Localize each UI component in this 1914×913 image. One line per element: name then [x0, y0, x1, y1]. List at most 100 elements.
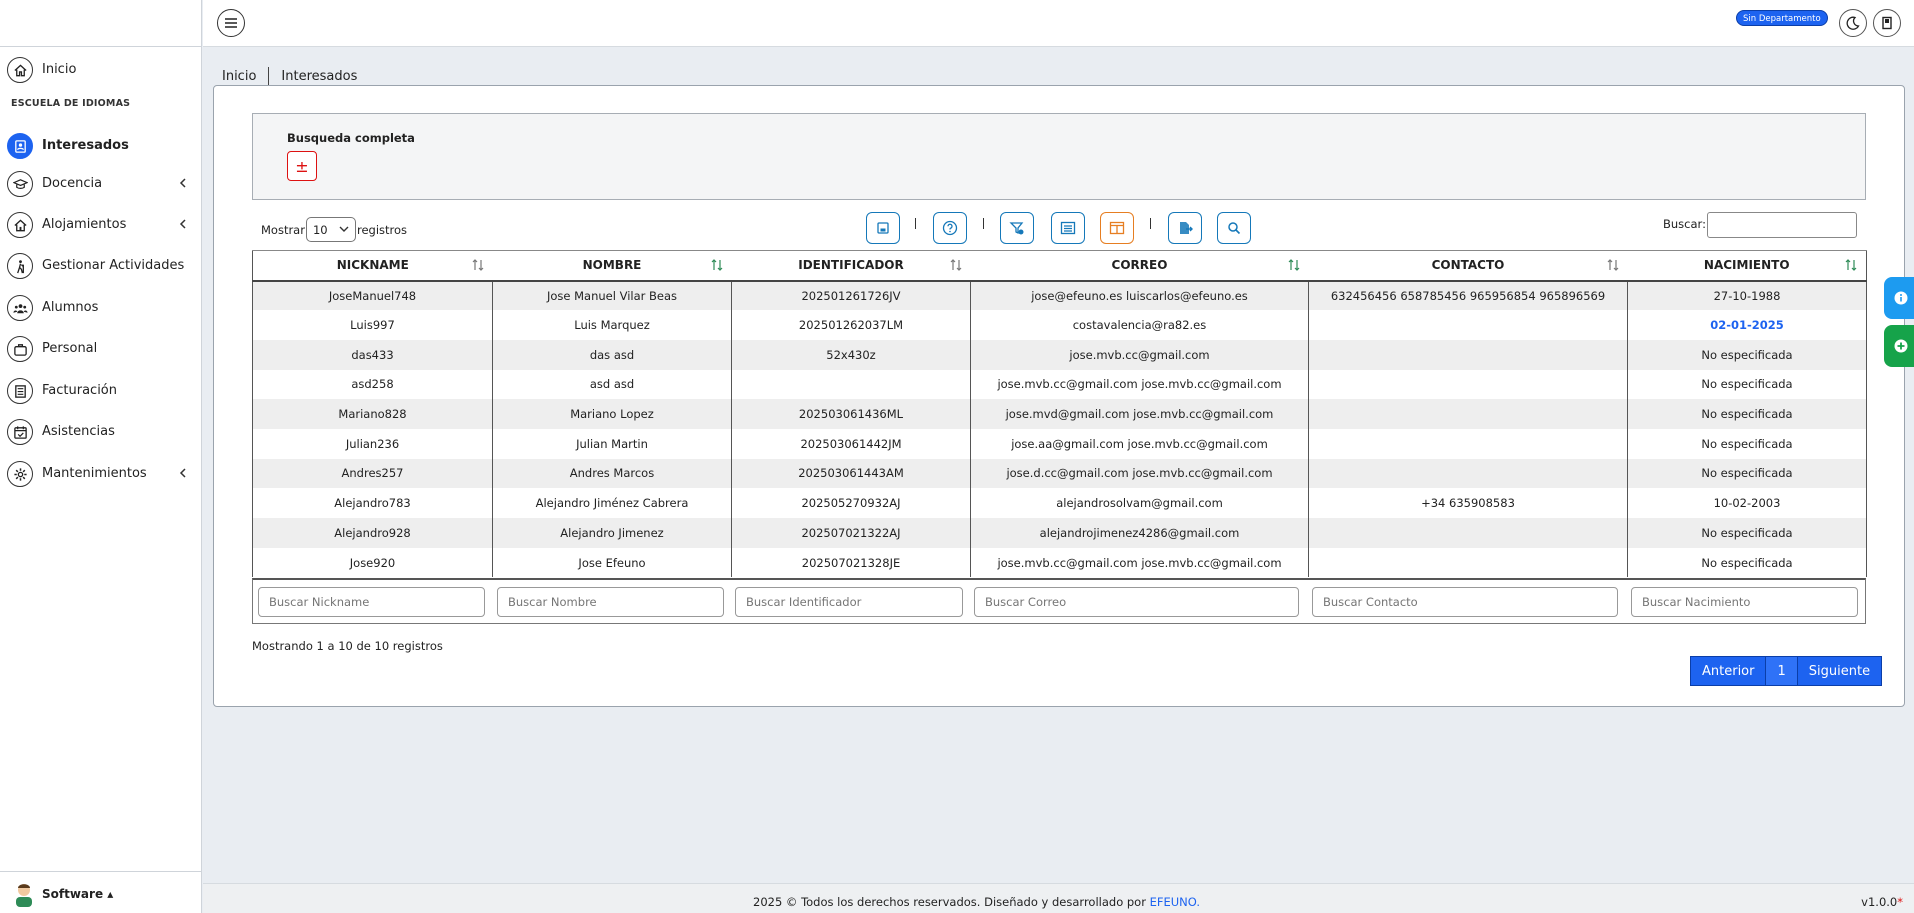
- cell-correo: jose.mvb.cc@gmail.com jose.mvb.cc@gmail.…: [970, 547, 1309, 578]
- breadcrumb-inicio[interactable]: Inicio: [222, 69, 256, 84]
- table-row[interactable]: Jose920 Jose Efeuno 202507021328JE jose.…: [252, 547, 1867, 578]
- cell-contacto: [1308, 369, 1628, 400]
- footer: 2025 © Todos los derechos reservados. Di…: [203, 883, 1914, 913]
- cell-correo: jose.aa@gmail.com jose.mvb.cc@gmail.com: [970, 428, 1309, 459]
- pagination-next-button[interactable]: Siguiente: [1798, 657, 1881, 685]
- table-row[interactable]: asd258 asd asd jose.mvb.cc@gmail.com jos…: [252, 369, 1867, 400]
- cell-contacto: [1308, 458, 1628, 489]
- gear-icon: [7, 461, 33, 487]
- sidebar-item-interesados[interactable]: Interesados: [0, 125, 202, 167]
- cell-contacto: [1308, 547, 1628, 578]
- table-row[interactable]: Luis997 Luis Marquez 202501262037LM cost…: [252, 310, 1867, 340]
- cell-correo: jose.mvb.cc@gmail.com: [970, 339, 1309, 370]
- sidebar-item-personal[interactable]: Personal: [0, 328, 202, 370]
- column-header-nacimiento[interactable]: NACIMIENTO: [1627, 250, 1867, 282]
- table-row[interactable]: Alejandro783 Alejandro Jiménez Cabrera 2…: [252, 488, 1867, 518]
- page-length-select[interactable]: 10: [305, 217, 356, 242]
- export-button[interactable]: [1168, 212, 1202, 244]
- search-panel-title: Busqueda completa: [287, 131, 415, 145]
- sidebar-item-gestionar-actividades[interactable]: Gestionar Actividades: [0, 245, 202, 287]
- table-row[interactable]: das433 das asd 52x430z jose.mvb.cc@gmail…: [252, 339, 1867, 370]
- cell-identificador: 202507021322AJ: [731, 518, 971, 548]
- avatar: [16, 884, 32, 907]
- sort-icon: [1845, 259, 1857, 271]
- sidebar-logo-area: [0, 0, 201, 47]
- column-header-contacto[interactable]: CONTACTO: [1308, 250, 1628, 282]
- cell-nickname: Jose920: [252, 547, 493, 578]
- column-header-identificador[interactable]: IDENTIFICADOR: [731, 250, 971, 282]
- filter-identificador-input[interactable]: [735, 587, 963, 617]
- moon-icon: [1846, 16, 1860, 30]
- cell-identificador: 202507021328JE: [731, 547, 971, 578]
- sidebar-item-alumnos[interactable]: Alumnos: [0, 287, 202, 329]
- cell-nacimiento: No especificada: [1627, 518, 1867, 548]
- sidebar-item-docencia[interactable]: Docencia: [0, 163, 202, 205]
- sidebar-item-facturacion[interactable]: Facturación: [0, 370, 202, 412]
- column-header-correo[interactable]: CORREO: [970, 250, 1309, 282]
- help-button[interactable]: [933, 212, 967, 244]
- filter-nickname-input[interactable]: [258, 587, 485, 617]
- cell-identificador: 202501262037LM: [731, 310, 971, 340]
- chevron-left-icon: [179, 219, 186, 229]
- column-filters: [252, 578, 1866, 624]
- sidebar-item-asistencias[interactable]: Asistencias: [0, 411, 202, 453]
- cell-contacto: 632456456 658785456 965956854 965896569: [1308, 280, 1628, 311]
- save-button[interactable]: [866, 212, 900, 244]
- table-info: Mostrando 1 a 10 de 10 registros: [252, 639, 443, 653]
- cell-contacto: [1308, 339, 1628, 370]
- briefcase-icon: [7, 336, 33, 362]
- cell-nickname: Luis997: [252, 310, 493, 340]
- cell-nickname: Andres257: [252, 458, 493, 489]
- cell-nombre: Julian Martin: [492, 428, 732, 459]
- calendar-check-icon: [7, 419, 33, 445]
- columns-button[interactable]: [1100, 212, 1134, 244]
- user-menu[interactable]: Software ▴: [0, 871, 202, 913]
- table-row[interactable]: JoseManuel748 Jose Manuel Vilar Beas 202…: [252, 280, 1867, 311]
- toolbar-divider: [915, 218, 916, 229]
- manual-button[interactable]: [1873, 9, 1901, 37]
- filter-nombre-input[interactable]: [497, 587, 724, 617]
- hiking-icon: [7, 253, 33, 279]
- pagination-prev-button[interactable]: Anterior: [1691, 657, 1765, 685]
- id-badge-icon: [7, 133, 33, 159]
- info-side-button[interactable]: [1884, 277, 1914, 319]
- theme-toggle-button[interactable]: [1839, 9, 1867, 37]
- sort-icon: [472, 259, 483, 271]
- search-button[interactable]: [1217, 212, 1251, 244]
- breadcrumb-interesados: Interesados: [281, 68, 358, 84]
- cell-nombre: Mariano Lopez: [492, 399, 732, 429]
- menu-toggle-button[interactable]: [217, 9, 245, 37]
- filter-contacto-input[interactable]: [1312, 587, 1618, 617]
- sidebar: Inicio ESCUELA DE IDIOMAS Interesados Do…: [0, 0, 202, 913]
- cell-nickname: Julian236: [252, 428, 493, 459]
- columns-icon: [1109, 221, 1125, 235]
- department-badge[interactable]: Sin Departamento: [1736, 10, 1828, 26]
- table-row[interactable]: Mariano828 Mariano Lopez 202503061436ML …: [252, 399, 1867, 429]
- cell-nacimiento: 27-10-1988: [1627, 280, 1867, 311]
- filter-icon: [1009, 222, 1024, 235]
- sidebar-item-alojamientos[interactable]: Alojamientos: [0, 204, 202, 246]
- table-row[interactable]: Alejandro928 Alejandro Jimenez 202507021…: [252, 518, 1867, 548]
- pagination-page-1[interactable]: 1: [1765, 657, 1798, 685]
- table-row[interactable]: Julian236 Julian Martin 202503061442JM j…: [252, 428, 1867, 459]
- table-row[interactable]: Andres257 Andres Marcos 202503061443AM j…: [252, 458, 1867, 489]
- sort-icon: [950, 259, 961, 271]
- list-view-button[interactable]: [1051, 212, 1085, 244]
- company-link[interactable]: EFEUNO.: [1150, 895, 1200, 909]
- filter-button[interactable]: [1000, 212, 1034, 244]
- cell-nombre: das asd: [492, 339, 732, 370]
- cell-nickname: Alejandro928: [252, 518, 493, 548]
- sidebar-item-inicio[interactable]: Inicio: [0, 49, 202, 91]
- column-header-nickname[interactable]: NICKNAME: [252, 250, 493, 282]
- search-input[interactable]: [1707, 212, 1857, 238]
- cell-identificador: 202503061442JM: [731, 428, 971, 459]
- toggle-search-panel-button[interactable]: ±: [287, 151, 317, 181]
- column-header-nombre[interactable]: NOMBRE: [492, 250, 732, 282]
- add-side-button[interactable]: [1884, 325, 1914, 367]
- graduation-cap-icon: [7, 171, 33, 197]
- cell-nombre: Alejandro Jiménez Cabrera: [492, 488, 732, 518]
- filter-correo-input[interactable]: [974, 587, 1299, 617]
- cell-nacimiento: 10-02-2003: [1627, 488, 1867, 518]
- sidebar-item-mantenimientos[interactable]: Mantenimientos: [0, 453, 202, 495]
- filter-nacimiento-input[interactable]: [1631, 587, 1858, 617]
